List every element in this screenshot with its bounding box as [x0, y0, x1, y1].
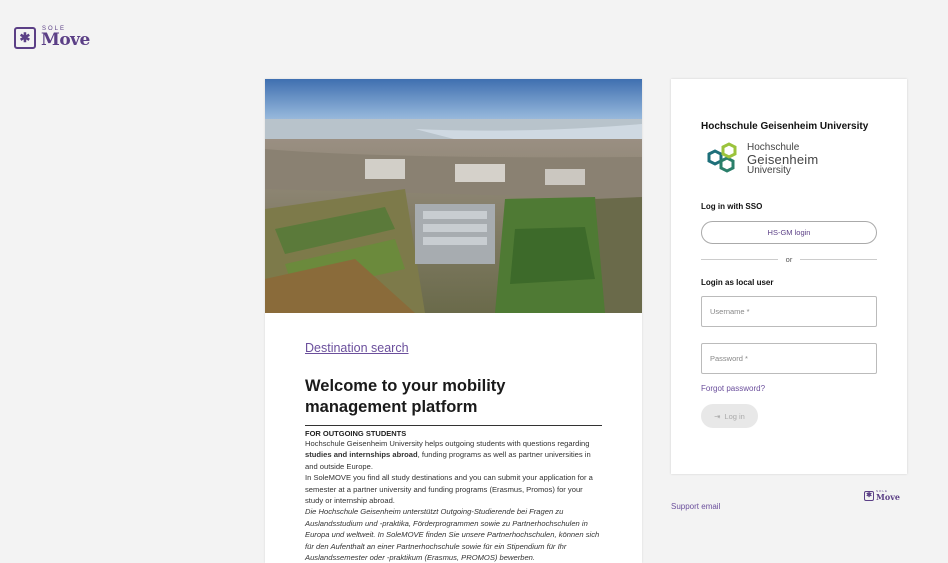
- footer-solemove-logo: ✱ SOLE Move: [864, 490, 900, 501]
- sign-in-icon: ⇥: [714, 411, 721, 421]
- or-line-right: [800, 259, 878, 260]
- password-input[interactable]: Password *: [701, 343, 877, 374]
- german-paragraph: Die Hochschule Geisenheim unterstützt Ou…: [305, 507, 600, 563]
- footer-asterisk-box-icon: ✱: [864, 490, 874, 501]
- solemove-paragraph: In SoleMOVE you find all study destinati…: [305, 473, 593, 506]
- info-card: Destination search Welcome to your mobil…: [265, 79, 642, 563]
- welcome-title: Welcome to your mobility management plat…: [305, 376, 602, 426]
- or-line-left: [701, 259, 778, 260]
- destination-search-link[interactable]: Destination search: [305, 341, 409, 355]
- password-placeholder: Password *: [710, 354, 748, 363]
- or-divider: or: [701, 255, 878, 264]
- brand-move-text: Move: [41, 30, 90, 50]
- university-name: Hochschule Geisenheim University: [701, 121, 869, 132]
- logo-line1: Hochschule: [747, 141, 800, 153]
- username-placeholder: Username *: [710, 307, 750, 316]
- login-button-label: Log in: [724, 411, 745, 421]
- sso-title: Log in with SSO: [701, 202, 763, 211]
- footer-move-text: Move: [876, 492, 900, 502]
- logo-line2: Geisenheim: [747, 151, 819, 167]
- hexagon-logo-icon: [707, 142, 737, 173]
- login-card: Hochschule Geisenheim University Hochsch…: [671, 79, 907, 474]
- solemove-logo[interactable]: ✱ SOLE Move: [14, 26, 90, 49]
- sso-login-button[interactable]: HS-GM login: [701, 221, 877, 244]
- local-login-title: Login as local user: [701, 278, 774, 287]
- asterisk-box-icon: ✱: [14, 26, 36, 49]
- username-input[interactable]: Username *: [701, 296, 877, 327]
- or-text: or: [785, 255, 793, 264]
- login-button[interactable]: ⇥ Log in: [701, 404, 758, 428]
- forgot-password-link[interactable]: Forgot password?: [701, 384, 877, 393]
- logo-line3: University: [747, 164, 791, 176]
- support-email-link[interactable]: Support email: [671, 502, 720, 511]
- section-title-outgoing: FOR OUTGOING STUDENTS: [305, 429, 407, 438]
- campus-aerial-photo: [265, 79, 642, 313]
- intro-paragraph: Hochschule Geisenheim University helps o…: [305, 439, 591, 471]
- university-logo: Hochschule Geisenheim University: [701, 142, 877, 176]
